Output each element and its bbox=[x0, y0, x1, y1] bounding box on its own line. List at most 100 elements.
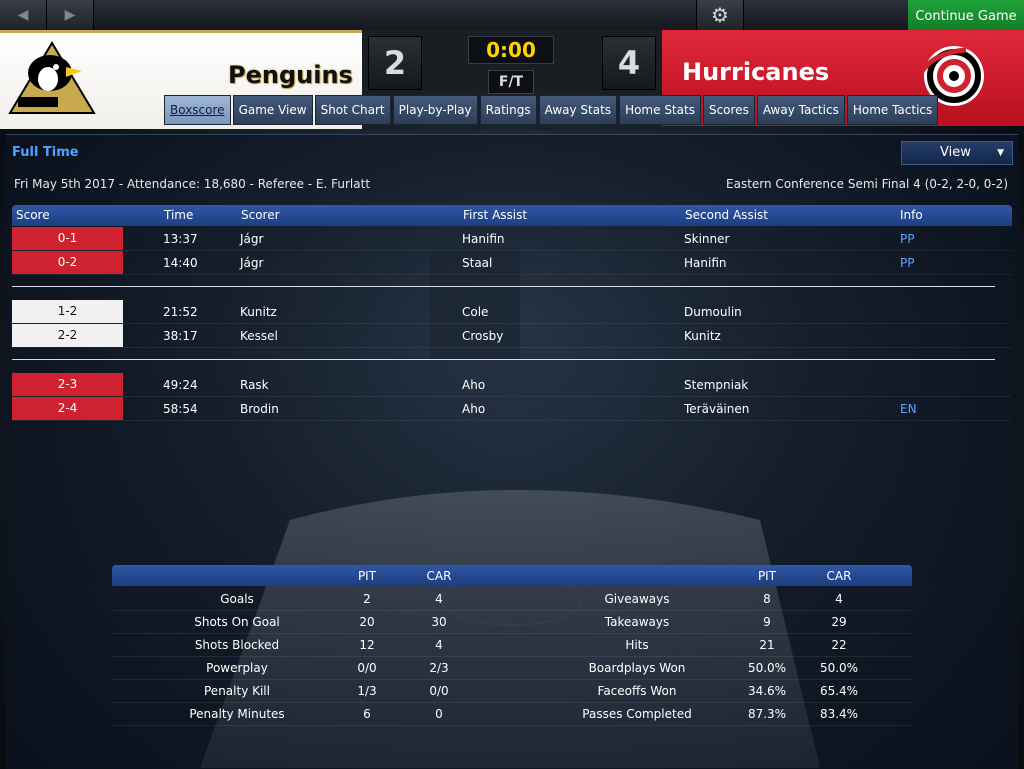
tab-ratings[interactable]: Ratings bbox=[479, 95, 537, 125]
goal-second-assist[interactable]: Kunitz bbox=[684, 324, 721, 348]
col-info: Info bbox=[900, 208, 923, 222]
stats-col-car-left: CAR bbox=[426, 569, 452, 583]
goal-scorer[interactable]: Jágr bbox=[240, 251, 263, 275]
goal-first-assist[interactable]: Hanifin bbox=[462, 227, 504, 251]
period-separator bbox=[12, 286, 995, 287]
stat-pit-right: 50.0% bbox=[747, 661, 787, 675]
goal-score: 1-2 bbox=[12, 300, 123, 323]
col-time: Time bbox=[164, 208, 194, 222]
stat-row: Penalty Kill 1/3 0/0 Faceoffs Won 34.6% 65.4% bbox=[112, 680, 912, 703]
goal-second-assist[interactable]: Stempniak bbox=[684, 373, 748, 397]
goal-row: 2-3 49:24 Rask Aho Stempniak bbox=[12, 373, 1012, 397]
goal-second-assist[interactable]: Dumoulin bbox=[684, 300, 742, 324]
stat-car-right: 22 bbox=[831, 638, 847, 652]
tab-away-tactics[interactable]: Away Tactics bbox=[756, 95, 845, 125]
stat-label-right: Takeaways bbox=[604, 615, 670, 629]
back-button[interactable]: ◀ bbox=[0, 0, 47, 30]
goal-time: 14:40 bbox=[163, 256, 198, 270]
stat-pit-left: 6 bbox=[363, 707, 371, 721]
stat-row: Shots Blocked 12 4 Hits 21 22 bbox=[112, 634, 912, 657]
goal-time: 13:37 bbox=[163, 232, 198, 246]
stat-pit-right: 8 bbox=[763, 592, 771, 606]
home-team-name: Penguins bbox=[228, 61, 353, 89]
goal-row: 2-4 58:54 Brodin Aho Teräväinen EN bbox=[12, 397, 1012, 421]
goal-first-assist[interactable]: Aho bbox=[462, 373, 485, 397]
goal-first-assist[interactable]: Staal bbox=[462, 251, 492, 275]
stat-car-left: 0/0 bbox=[429, 684, 449, 698]
goal-time: 49:24 bbox=[163, 378, 198, 392]
top-toolbar: ◀ ▶ ⚙ Continue Game bbox=[0, 0, 1024, 31]
full-time-title: Full Time bbox=[12, 145, 79, 160]
stat-row: Penalty Minutes 6 0 Passes Completed 87.3% 83… bbox=[112, 703, 912, 726]
stats-col-pit-right: PIT bbox=[757, 569, 777, 583]
stats-header: PIT CAR PIT CAR bbox=[112, 565, 912, 586]
continue-game-button[interactable]: Continue Game bbox=[908, 0, 1024, 30]
goal-scorer[interactable]: Brodin bbox=[240, 397, 279, 421]
goal-score: 0-2 bbox=[12, 251, 123, 274]
goal-scorer[interactable]: Jágr bbox=[240, 227, 263, 251]
goal-first-assist[interactable]: Cole bbox=[462, 300, 488, 324]
stat-car-left: 4 bbox=[435, 592, 443, 606]
away-score: 4 bbox=[602, 36, 656, 90]
stat-pit-left: 1/3 bbox=[357, 684, 377, 698]
stat-row: Shots On Goal 20 30 Takeaways 9 29 bbox=[112, 611, 912, 634]
goal-score: 2-2 bbox=[12, 324, 123, 347]
stat-label-left: Shots On Goal bbox=[194, 615, 280, 629]
goal-row: 0-1 13:37 Jágr Hanifin Skinner PP bbox=[12, 227, 1012, 251]
view-dropdown-label: View bbox=[940, 145, 971, 160]
series-info: Eastern Conference Semi Final 4 (0-2, 2-… bbox=[726, 177, 1008, 191]
goal-second-assist[interactable]: Skinner bbox=[684, 227, 729, 251]
stat-car-left: 4 bbox=[435, 638, 443, 652]
stat-pit-right: 21 bbox=[759, 638, 775, 652]
game-info: Fri May 5th 2017 - Attendance: 18,680 - … bbox=[14, 177, 371, 191]
game-clock: 0:00 bbox=[468, 36, 554, 64]
goal-first-assist[interactable]: Crosby bbox=[462, 324, 503, 348]
tab-scores[interactable]: Scores bbox=[702, 95, 755, 125]
goal-time: 58:54 bbox=[163, 402, 198, 416]
goal-time: 38:17 bbox=[163, 329, 198, 343]
tab-boxscore[interactable]: Boxscore bbox=[164, 95, 231, 125]
stat-pit-left: 20 bbox=[359, 615, 375, 629]
stat-label-left: Penalty Minutes bbox=[189, 707, 285, 721]
forward-button[interactable]: ▶ bbox=[47, 0, 94, 30]
stat-car-right: 65.4% bbox=[819, 684, 859, 698]
stat-pit-left: 2 bbox=[363, 592, 371, 606]
tab-away-stats[interactable]: Away Stats bbox=[538, 95, 618, 125]
goal-scorer[interactable]: Rask bbox=[240, 373, 269, 397]
stat-pit-left: 12 bbox=[359, 638, 375, 652]
view-dropdown[interactable]: View ▼ bbox=[901, 141, 1013, 165]
tab-game-view[interactable]: Game View bbox=[232, 95, 313, 125]
stat-pit-right: 34.6% bbox=[747, 684, 787, 698]
stat-row: Goals 2 4 Giveaways 8 4 bbox=[112, 588, 912, 611]
stat-pit-right: 9 bbox=[763, 615, 771, 629]
home-score: 2 bbox=[368, 36, 422, 90]
settings-button[interactable]: ⚙ bbox=[696, 0, 744, 30]
stat-car-right: 83.4% bbox=[819, 707, 859, 721]
goal-scorer[interactable]: Kunitz bbox=[240, 300, 277, 324]
caret-down-icon: ▼ bbox=[997, 148, 1004, 158]
goal-info: EN bbox=[900, 402, 917, 416]
goal-score: 2-4 bbox=[12, 397, 123, 420]
tab-home-tactics[interactable]: Home Tactics bbox=[846, 95, 939, 125]
stat-label-right: Boardplays Won bbox=[588, 661, 686, 675]
tab-shot-chart[interactable]: Shot Chart bbox=[314, 95, 391, 125]
away-team-name: Hurricanes bbox=[682, 58, 830, 86]
stat-pit-right: 87.3% bbox=[747, 707, 787, 721]
goal-row: 1-2 21:52 Kunitz Cole Dumoulin bbox=[12, 300, 1012, 324]
stat-label-right: Giveaways bbox=[604, 592, 670, 606]
stat-car-right: 4 bbox=[835, 592, 843, 606]
tab-home-stats[interactable]: Home Stats bbox=[619, 95, 701, 125]
goal-first-assist[interactable]: Aho bbox=[462, 397, 485, 421]
goal-second-assist[interactable]: Hanifin bbox=[684, 251, 726, 275]
col-second-assist: Second Assist bbox=[685, 208, 768, 222]
tab-play-by-play[interactable]: Play-by-Play bbox=[392, 95, 478, 125]
chevron-right-icon: ▶ bbox=[64, 7, 76, 23]
chevron-left-icon: ◀ bbox=[17, 7, 29, 23]
stat-label-right: Hits bbox=[625, 638, 649, 652]
goal-scorer[interactable]: Kessel bbox=[240, 324, 278, 348]
goal-info: PP bbox=[900, 232, 915, 246]
stat-car-left: 30 bbox=[431, 615, 447, 629]
stat-label-left: Powerplay bbox=[206, 661, 268, 675]
goal-second-assist[interactable]: Teräväinen bbox=[684, 397, 749, 421]
goal-info: PP bbox=[900, 256, 915, 270]
